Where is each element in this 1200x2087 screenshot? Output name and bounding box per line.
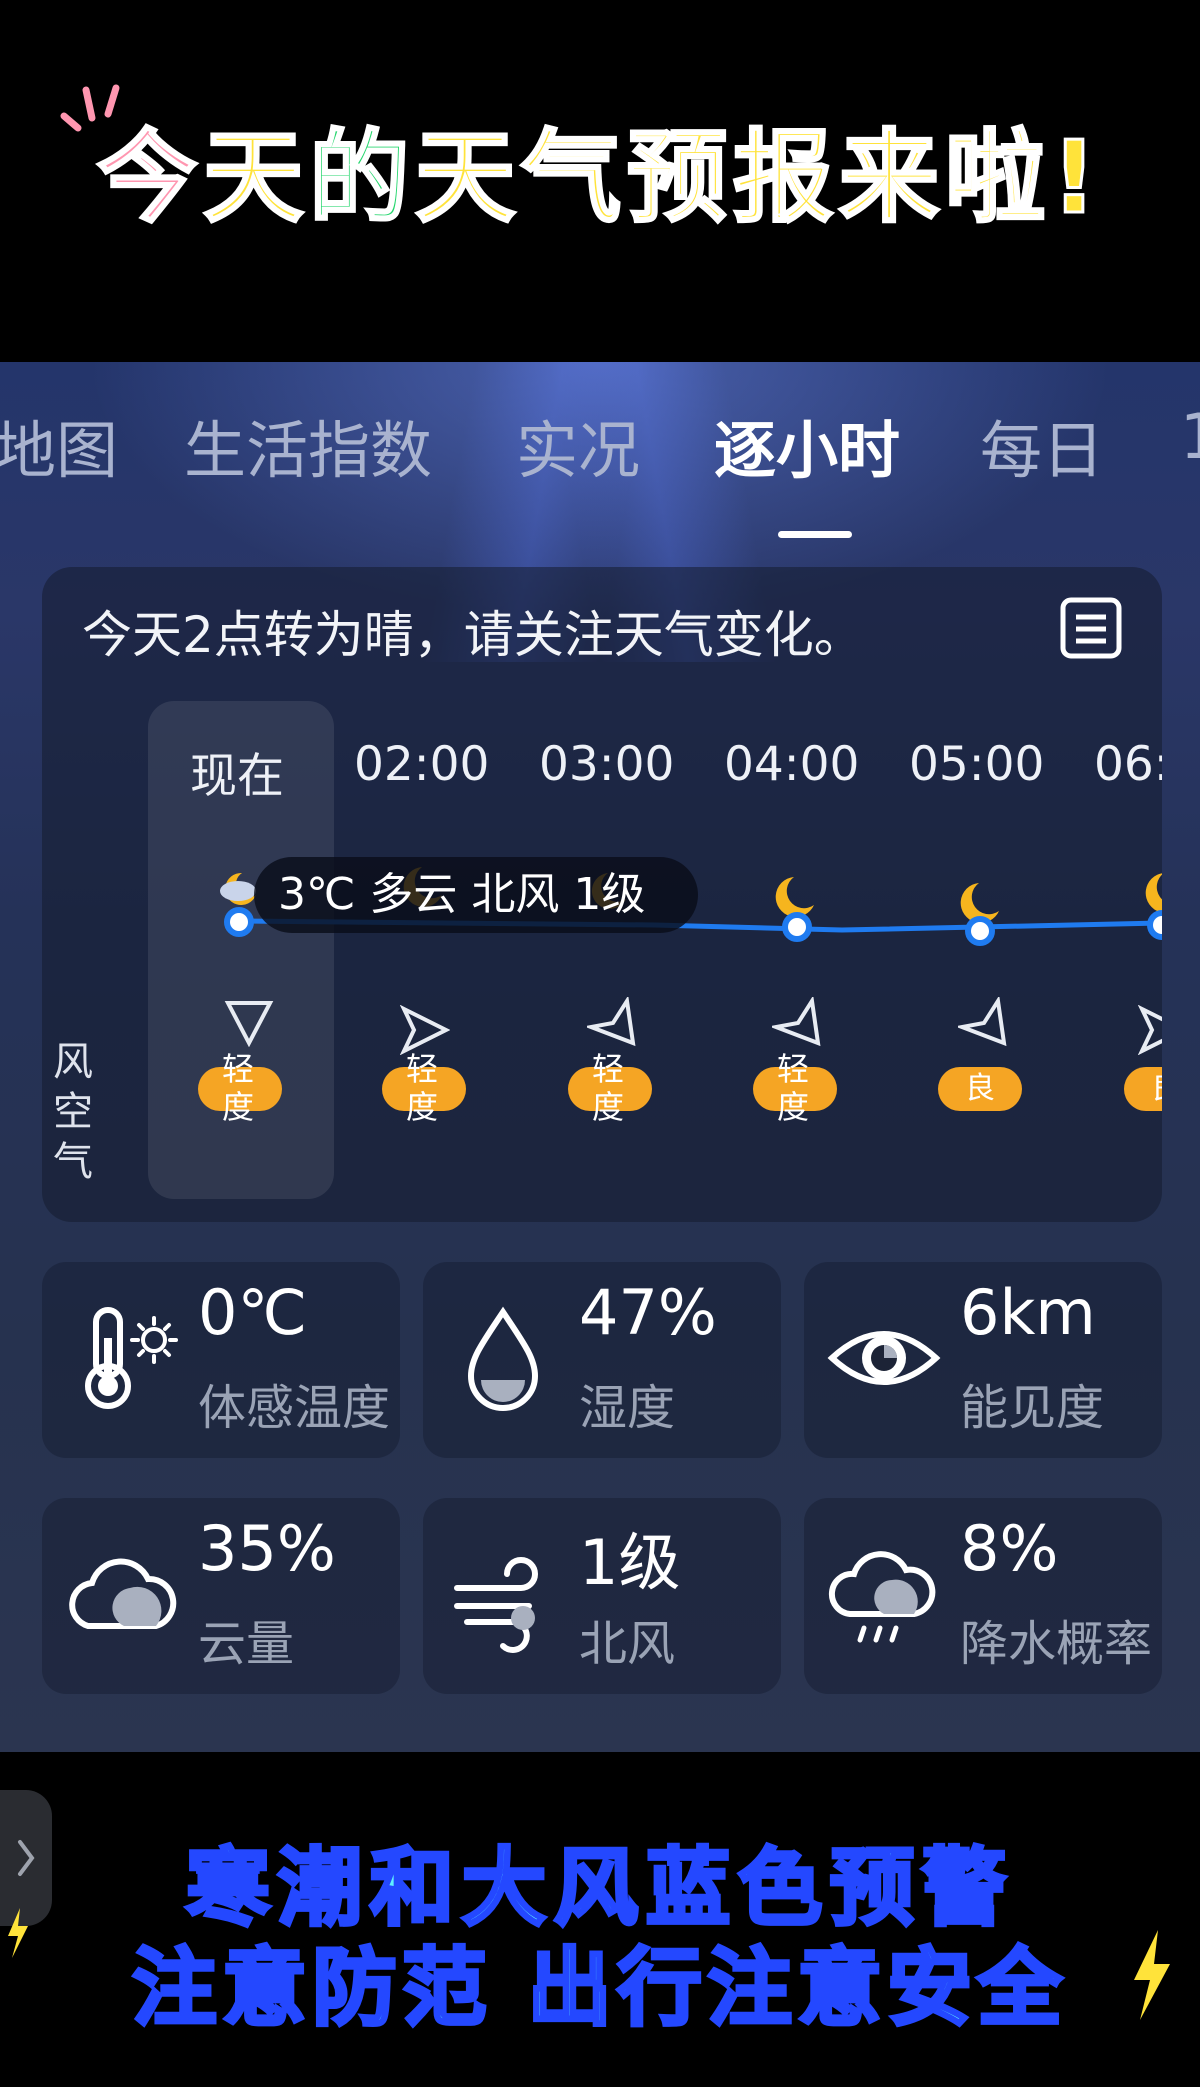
wind-direction-icon — [1138, 1005, 1162, 1055]
hour-label: 05:00 — [909, 737, 1045, 792]
header-banner: 今天的天气预报来啦! — [0, 0, 1200, 362]
rain-cloud-icon — [828, 1551, 936, 1643]
forecast-summary: 今天2点转为晴，请关注天气变化。 — [82, 606, 864, 664]
tab-bar: 地图 生活指数 实况 逐小时 每日 1 — [0, 400, 1200, 538]
hour-label: 03:00 — [539, 737, 675, 792]
air-quality-label-char: 气 — [53, 1139, 93, 1185]
tab-map[interactable]: 地图 — [0, 400, 118, 490]
tab-live[interactable]: 实况 — [516, 400, 640, 490]
visibility-value: 6km — [960, 1276, 1096, 1349]
wind-direction-icon — [772, 997, 821, 1047]
wind-icon — [454, 1557, 538, 1653]
warning-line-1: 寒潮和大风蓝色预警 — [184, 1837, 1014, 1939]
moon-icon — [775, 877, 814, 917]
feels-like-label: 体感温度 — [198, 1380, 391, 1436]
hourly-forecast-card: 今天2点转为晴，请关注天气变化。 现在 02:00 03:00 04:00 05… — [42, 567, 1162, 1222]
visibility-tile[interactable]: 6km 能见度 — [804, 1262, 1162, 1458]
air-quality-label: 风 空 气 — [48, 1037, 98, 1187]
tab-life-index[interactable]: 生活指数 — [184, 400, 432, 490]
aqi-badge-text: 轻度 — [776, 1050, 809, 1126]
feels-like-tile[interactable]: 0℃ 体感温度 — [42, 1262, 400, 1458]
air-quality-label-char: 空 — [53, 1089, 93, 1135]
banner-title-part3: 的 — [308, 118, 416, 238]
tab-daily[interactable]: 每日 — [980, 400, 1104, 490]
precipitation-value: 8% — [960, 1512, 1059, 1585]
temp-point — [1147, 910, 1162, 940]
wind-direction-icon — [224, 1001, 274, 1047]
temp-point — [224, 907, 254, 937]
feels-like-value: 0℃ — [198, 1276, 308, 1349]
precipitation-tile[interactable]: 8% 降水概率 — [804, 1498, 1162, 1694]
humidity-tile[interactable]: 47% 湿度 — [423, 1262, 781, 1458]
tab-more[interactable]: 1 — [1180, 400, 1200, 473]
aqi-badge: 良 — [938, 1067, 1022, 1111]
temp-point — [782, 912, 812, 942]
humidity-label: 湿度 — [579, 1380, 676, 1436]
temp-point — [965, 916, 995, 946]
wind-direction-icon — [587, 997, 636, 1047]
lightning-icon — [1134, 1930, 1170, 2020]
current-weather-tooltip: 3℃ 多云 北风 1级 — [254, 857, 698, 933]
wind-direction-icon — [958, 997, 1007, 1047]
visibility-label: 能见度 — [960, 1380, 1105, 1436]
footer-banner: 寒潮和大风蓝色预警 注意防范 出行注意安全 — [0, 1752, 1200, 2087]
droplet-icon — [467, 1306, 539, 1411]
root: 今天的天气预报来啦! 地图 生活指数 实况 逐小时 每日 1 今天2点转为晴，请… — [0, 0, 1200, 2087]
hour-label: 02:00 — [354, 737, 490, 792]
banner-title-part1: 今 — [96, 118, 204, 238]
cloud-cover-label: 云量 — [198, 1616, 295, 1672]
aqi-badge: 良 — [1124, 1067, 1162, 1111]
tab-active-indicator — [778, 531, 852, 538]
aqi-badge-text: 轻度 — [221, 1050, 254, 1126]
hour-label: 06: — [1094, 737, 1162, 792]
cloud-cover-value: 35% — [198, 1512, 336, 1585]
thermometer-sun-icon — [85, 1307, 178, 1409]
precipitation-label: 降水概率 — [960, 1616, 1153, 1672]
eye-icon — [827, 1331, 941, 1385]
wind-tile[interactable]: 1级 北风 — [423, 1498, 781, 1694]
humidity-value: 47% — [579, 1276, 717, 1349]
cloud-cover-tile[interactable]: 35% 云量 — [42, 1498, 400, 1694]
weather-screen: 地图 生活指数 实况 逐小时 每日 1 今天2点转为晴，请关注天气变化。 现在 … — [0, 362, 1200, 1752]
aqi-badge-text: 轻度 — [405, 1050, 438, 1126]
cloud-icon — [69, 1558, 177, 1629]
banner-title-part2: 天 — [202, 118, 310, 238]
wind-label: 北风 — [579, 1616, 676, 1672]
hour-label: 现在 — [190, 749, 284, 804]
list-icon[interactable] — [1058, 595, 1124, 661]
cloudy-night-icon — [220, 872, 256, 905]
wind-direction-icon — [400, 1005, 450, 1055]
warning-line-2: 注意防范 出行注意安全 — [130, 1937, 1068, 2039]
banner-title: 今天的天气预报来啦! — [0, 118, 1200, 238]
banner-title-part4: 天气预报来啦 — [414, 118, 1052, 238]
wind-value: 1级 — [579, 1526, 681, 1599]
air-quality-label-char: 风 — [53, 1039, 93, 1085]
aqi-badge-text: 轻度 — [591, 1050, 624, 1126]
banner-title-end: ! — [1050, 118, 1103, 238]
tab-hourly[interactable]: 逐小时 — [714, 400, 900, 490]
hour-label: 04:00 — [724, 737, 860, 792]
moon-icon — [1145, 873, 1162, 913]
